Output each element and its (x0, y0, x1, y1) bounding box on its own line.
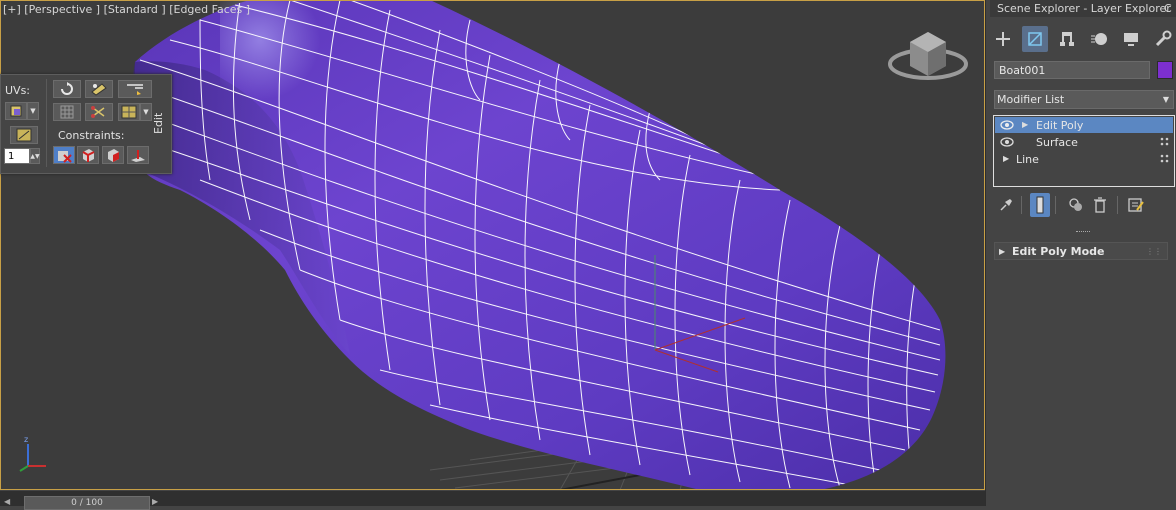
expand-triangle-icon[interactable]: ▶ (1003, 154, 1009, 163)
uv-channel-dropdown[interactable]: ▼ (27, 102, 39, 120)
stack-item-edit-poly[interactable]: ▶ Edit Poly (995, 117, 1173, 133)
motion-tab[interactable] (1086, 26, 1112, 52)
hierarchy-tab[interactable] (1054, 26, 1080, 52)
normal-constraint-button[interactable] (127, 146, 149, 164)
expand-triangle-icon: ▶ (999, 247, 1006, 256)
create-icon (996, 32, 1010, 46)
stack-toolbar (994, 193, 1174, 219)
trash-icon (1094, 197, 1106, 213)
edit-tab-label: Edit (152, 112, 165, 134)
uvs-label: UVs: (5, 84, 31, 97)
show-end-result-icon (1036, 196, 1044, 214)
stack-item-label: Edit Poly (1036, 119, 1084, 132)
panel-tab-c[interactable]: C (1164, 2, 1172, 15)
panel-tab-strip: Scene Explorer - Layer Explorer C (990, 0, 1176, 17)
scissors-icon (91, 106, 105, 118)
show-end-result-button[interactable] (1030, 193, 1050, 217)
eye-icon[interactable] (1000, 137, 1014, 147)
timeline-left-arrow-icon[interactable]: ◀ (4, 497, 10, 506)
pin-stack-button[interactable] (996, 193, 1016, 217)
pin-tool-button[interactable] (85, 103, 113, 121)
pin-icon (1000, 199, 1012, 211)
object-name-field[interactable]: Boat001 (994, 61, 1150, 79)
modifier-list-label: Modifier List (997, 93, 1065, 106)
constraints-label: Constraints: (58, 129, 125, 142)
modifier-list-dropdown[interactable]: Modifier List ▼ (994, 90, 1174, 109)
configure-sets-icon (1128, 198, 1144, 212)
grip-dots-icon (1160, 137, 1169, 146)
stack-item-label: Surface (1036, 136, 1078, 149)
no-constraint-icon (58, 151, 72, 163)
modify-icon (1028, 32, 1042, 46)
panel-resize-grip[interactable] (1076, 231, 1090, 234)
relax-dropdown[interactable]: ▼ (140, 103, 152, 121)
relax-button[interactable] (118, 103, 140, 121)
utilities-tab[interactable] (1150, 26, 1176, 52)
edit-poly-mode-rollout[interactable]: ▶ Edit Poly Mode ⋮⋮ (994, 242, 1168, 260)
display-icon (1124, 33, 1138, 46)
uv-map-button[interactable] (10, 126, 38, 144)
rollout-title: Edit Poly Mode (1012, 245, 1105, 258)
relax-uv-icon (121, 105, 137, 119)
uv-channel-button[interactable] (5, 102, 27, 120)
modifier-stack: ▶ Edit Poly Surface ▶ Line (993, 115, 1175, 187)
uv-map-icon (16, 128, 32, 142)
create-tab[interactable] (990, 26, 1016, 52)
hierarchy-icon (1060, 32, 1074, 46)
perspective-viewport[interactable]: z [+] [Perspective ] [Standard ] [Edged … (0, 0, 985, 490)
time-slider[interactable]: 0 / 100 (24, 496, 150, 510)
checker-grid-icon (60, 105, 74, 119)
grip-dots-icon (1160, 154, 1169, 163)
configure-modifier-sets-button[interactable] (1126, 193, 1146, 217)
make-unique-button[interactable] (1066, 193, 1086, 217)
timeline-bar: ◀ 0 / 100 ▶ (0, 491, 985, 510)
uv-channel-icon (10, 105, 22, 117)
uv-spinner-arrows[interactable]: ▲▼ (30, 148, 40, 164)
rotate-icon (61, 82, 73, 95)
chevron-down-icon: ▼ (1162, 95, 1169, 104)
make-unique-icon (1069, 198, 1082, 211)
modify-tab[interactable] (1022, 26, 1048, 52)
quick-peel-icon (91, 83, 107, 96)
uv-spinner-input[interactable]: 1 (4, 148, 30, 164)
stack-item-label: Line (1016, 153, 1039, 166)
checker-button[interactable] (53, 103, 81, 121)
pelt-map-icon (127, 84, 143, 95)
timeline-right-arrow-icon[interactable]: ▶ (152, 497, 158, 506)
svg-text:z: z (24, 435, 28, 444)
cube-red-face-icon (108, 149, 119, 162)
no-constraint-button[interactable] (53, 146, 75, 164)
command-panel-tabs (990, 26, 1176, 54)
pelt-map-button[interactable] (118, 80, 152, 98)
axis-tripod-icon: z (19, 435, 46, 472)
uv-floating-toolbar: UVs: ▼ 1 ▲▼ ▼ Constraints: Edit (0, 74, 172, 174)
viewcube-icon (888, 32, 968, 80)
remove-modifier-button[interactable] (1090, 193, 1110, 217)
stack-item-surface[interactable]: Surface (995, 134, 1173, 150)
eye-icon[interactable] (1000, 120, 1014, 130)
cube-red-edge-icon (82, 149, 95, 162)
edge-constraint-button[interactable] (77, 146, 99, 164)
plane-normal-icon (131, 150, 145, 162)
edit-tab[interactable]: Edit (152, 79, 170, 167)
scene-explorer-tab[interactable]: Scene Explorer - Layer Explorer (997, 2, 1171, 15)
utilities-icon (1155, 30, 1172, 47)
viewport-label-menu[interactable]: [+] [Perspective ] [Standard ] [Edged Fa… (3, 3, 250, 16)
object-color-swatch[interactable] (1157, 61, 1173, 79)
motion-icon (1091, 33, 1107, 45)
rotate-button[interactable] (53, 80, 81, 98)
face-constraint-button[interactable] (102, 146, 124, 164)
expand-triangle-icon[interactable]: ▶ (1022, 120, 1028, 129)
quick-peel-button[interactable] (85, 80, 113, 98)
display-tab[interactable] (1118, 26, 1144, 52)
stack-item-line[interactable]: ▶ Line (995, 151, 1173, 167)
grip-dots-icon: ⋮⋮ (1146, 247, 1162, 256)
